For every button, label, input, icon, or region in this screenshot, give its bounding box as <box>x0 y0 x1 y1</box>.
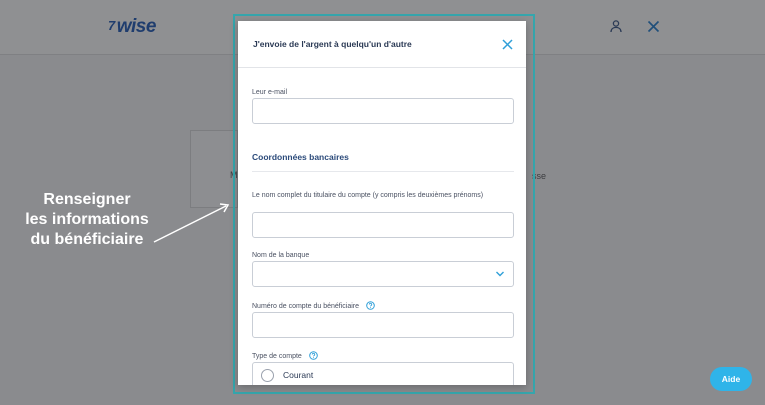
close-icon[interactable] <box>641 14 665 38</box>
email-label: Leur e-mail <box>252 89 288 96</box>
recipient-modal: J'envoie de l'argent à quelqu'un d'autre… <box>238 21 526 385</box>
section-divider <box>252 171 514 172</box>
help-button[interactable]: Aide <box>710 367 752 391</box>
modal-header: J'envoie de l'argent à quelqu'un d'autre <box>238 21 526 68</box>
radio-button[interactable] <box>261 369 274 382</box>
background-card <box>190 130 238 208</box>
annotation-arrow <box>153 203 230 243</box>
question-circle-icon[interactable] <box>308 351 318 360</box>
account-type-label: Type de compte <box>252 351 318 361</box>
email-field[interactable] <box>252 98 514 124</box>
fullname-field[interactable] <box>252 212 514 238</box>
chevron-down-icon <box>496 271 504 277</box>
radio-label: Courant <box>283 370 314 380</box>
annotation-text: Renseigner les informations du bénéficia… <box>25 191 149 248</box>
bank-name-select[interactable] <box>252 261 514 287</box>
modal-title: J'envoie de l'argent à quelqu'un d'autre <box>253 39 412 49</box>
bank-name-label: Nom de la banque <box>252 252 310 259</box>
account-type-option-courant[interactable]: Courant <box>252 362 514 385</box>
account-number-label: Numéro de compte du bénéficiaire <box>252 301 375 311</box>
bank-section-title: Coordonnées bancaires <box>252 152 349 162</box>
account-number-field[interactable] <box>252 312 514 338</box>
wise-logo: 7 wise <box>108 16 156 37</box>
close-icon[interactable] <box>497 34 517 54</box>
fullname-label: Le nom complet du titulaire du compte (y… <box>252 192 484 199</box>
question-circle-icon[interactable] <box>366 301 375 310</box>
profile-icon[interactable] <box>604 14 628 38</box>
